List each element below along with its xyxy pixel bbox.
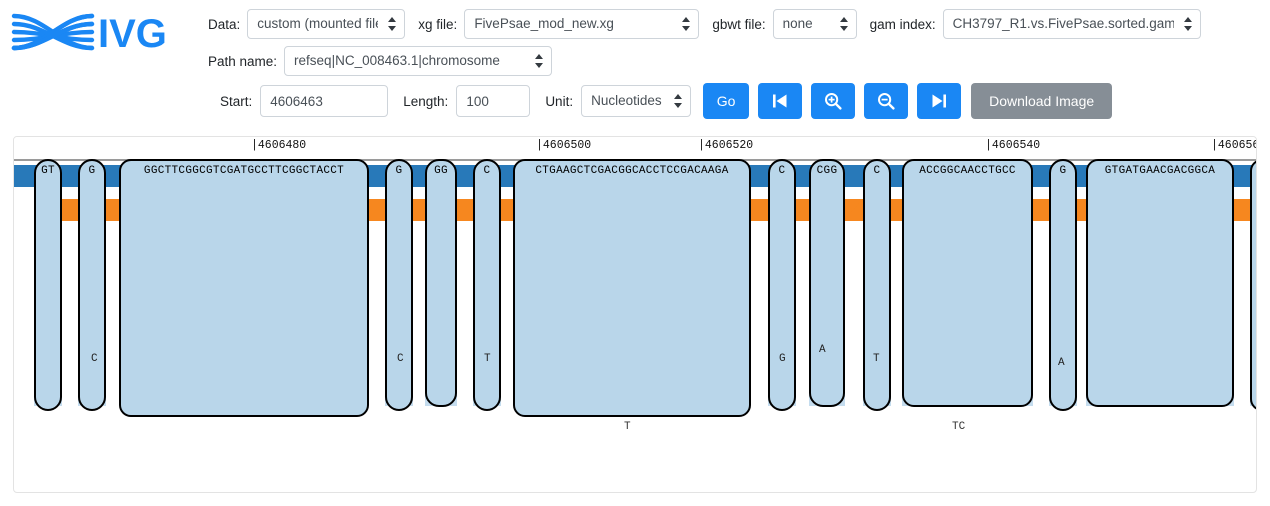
reference-flare [845, 199, 863, 219]
data-select[interactable]: custom (mounted files) [247, 9, 406, 39]
graph-node[interactable]: C [863, 159, 891, 411]
node-sequence-label: C [778, 165, 786, 177]
node-sequence-label: CGG [816, 165, 838, 177]
toolbar: IVG Data: custom (mounted files) xg file… [0, 0, 1270, 130]
reference-flare [1077, 199, 1086, 219]
graph-node[interactable]: G [78, 159, 106, 411]
sequence-graph[interactable]: GT G GGCTTCGGCGTCGATGCCTTCGGCTACCT G GG C CTGA… [14, 159, 1256, 492]
node-sequence-label: C [873, 165, 881, 177]
variant-allele-label: C [397, 353, 404, 365]
start-input[interactable] [260, 85, 389, 117]
gam-index-label: gam index: [869, 16, 936, 32]
ruler-tick: |4606560 [1211, 139, 1256, 152]
read-mismatch-label: TC [952, 421, 966, 433]
node-sequence-label: CTGAAGCTCGACGGCACCTCCGACAAGA [535, 165, 729, 177]
node-sequence-label: C [483, 165, 491, 177]
variant-allele-label: G [779, 353, 786, 365]
zoom-out-icon [878, 93, 895, 110]
graph-node[interactable]: ACCGGCAACCTGCC [902, 159, 1033, 407]
graph-node[interactable]: G [1049, 159, 1077, 411]
length-label: Length: [403, 93, 449, 109]
toolbar-row-path: Path name: refseq|NC_008463.1|chromosome [208, 46, 553, 76]
reference-flare [1033, 199, 1049, 219]
toolbar-row-sources: Data: custom (mounted files) xg file: Fi… [208, 9, 1201, 39]
graph-node[interactable]: GGCTTCGGCGTCGATGCCTTCGGCTACCT [119, 159, 369, 417]
ivg-logo-icon: IVG [11, 12, 167, 56]
graph-node[interactable]: GT [34, 159, 62, 411]
skip-to-start-icon [773, 94, 787, 108]
ruler-tick: |4606480 [251, 139, 307, 152]
go-to-start-button[interactable] [758, 83, 803, 119]
variant-allele-label: T [873, 353, 880, 365]
graph-node[interactable]: CTGAAGCTCGACGGCACCTCCGACAAGA [513, 159, 751, 417]
graph-node[interactable]: GG [425, 159, 457, 407]
reference-flare [413, 199, 425, 219]
app-logo: IVG [4, 6, 180, 58]
graph-node[interactable]: CGG [809, 159, 845, 407]
variant-allele-label: A [819, 344, 826, 356]
reference-flare [457, 199, 473, 219]
unit-label: Unit: [545, 93, 574, 109]
node-sequence-label: G [395, 165, 403, 177]
variant-allele-label: C [91, 353, 98, 365]
node-sequence-label: G [1059, 165, 1067, 177]
download-image-button[interactable]: Download Image [971, 83, 1113, 119]
ruler-tick: |4606540 [985, 139, 1041, 152]
variant-allele-label: T [484, 353, 491, 365]
path-name-label: Path name: [208, 53, 278, 69]
xg-file-label: xg file: [418, 16, 458, 32]
reference-flare [62, 199, 78, 219]
node-sequence-label: GTGATGAACGACGGCA [1104, 165, 1216, 177]
zoom-out-button[interactable] [864, 83, 909, 119]
skip-to-end-icon [932, 94, 947, 108]
path-name-select[interactable]: refseq|NC_008463.1|chromosome [284, 46, 553, 76]
gam-index-select[interactable]: CH3797_R1.vs.FivePsae.sorted.gam [942, 9, 1201, 39]
go-button[interactable]: Go [703, 83, 750, 119]
gbwt-file-label: gbwt file: [712, 16, 766, 32]
graph-node[interactable]: C [473, 159, 501, 411]
node-sequence-label: GGCTTCGGCGTCGATGCCTTCGGCTACCT [143, 165, 345, 177]
graph-node[interactable]: C [768, 159, 796, 411]
ruler-tick: |4606500 [536, 139, 592, 152]
graph-node[interactable]: GTGATGAACGACGGCA [1086, 159, 1234, 407]
zoom-in-icon [825, 93, 842, 110]
graph-visualization-panel[interactable]: |4606480 |4606500 |4606520 |4606540 |4606560… [13, 136, 1257, 493]
ruler-tick: |4606520 [698, 139, 754, 152]
svg-text:IVG: IVG [98, 12, 167, 56]
node-sequence-label: GG [434, 165, 448, 177]
reference-flare [501, 199, 513, 219]
reference-flare [751, 199, 768, 219]
length-input[interactable] [456, 85, 531, 117]
reference-flare [106, 199, 119, 219]
toolbar-row-region: Start: Length: Unit: Nucleotides Go [220, 83, 1113, 119]
zoom-in-button[interactable] [811, 83, 856, 119]
go-to-end-button[interactable] [917, 83, 962, 119]
reference-flare [369, 199, 385, 219]
data-label: Data: [208, 16, 241, 32]
reference-flare [891, 199, 902, 219]
variant-allele-label: A [1058, 357, 1065, 369]
start-label: Start: [220, 93, 253, 109]
reference-flare [1234, 199, 1250, 219]
xg-file-select[interactable]: FivePsae_mod_new.xg [464, 9, 700, 39]
read-mismatch-label: T [624, 421, 631, 433]
coordinate-ruler: |4606480 |4606500 |4606520 |4606540 |4606560 [14, 137, 1256, 161]
node-sequence-label: G [88, 165, 96, 177]
node-sequence-label: ACCGGCAACCTGCC [919, 165, 1016, 177]
unit-select[interactable]: Nucleotides [581, 85, 692, 117]
gbwt-file-select[interactable]: none [772, 9, 857, 39]
reference-flare [796, 199, 809, 219]
graph-node[interactable]: A [1250, 159, 1256, 411]
graph-node[interactable]: G [385, 159, 413, 411]
node-sequence-label: GT [41, 165, 55, 177]
